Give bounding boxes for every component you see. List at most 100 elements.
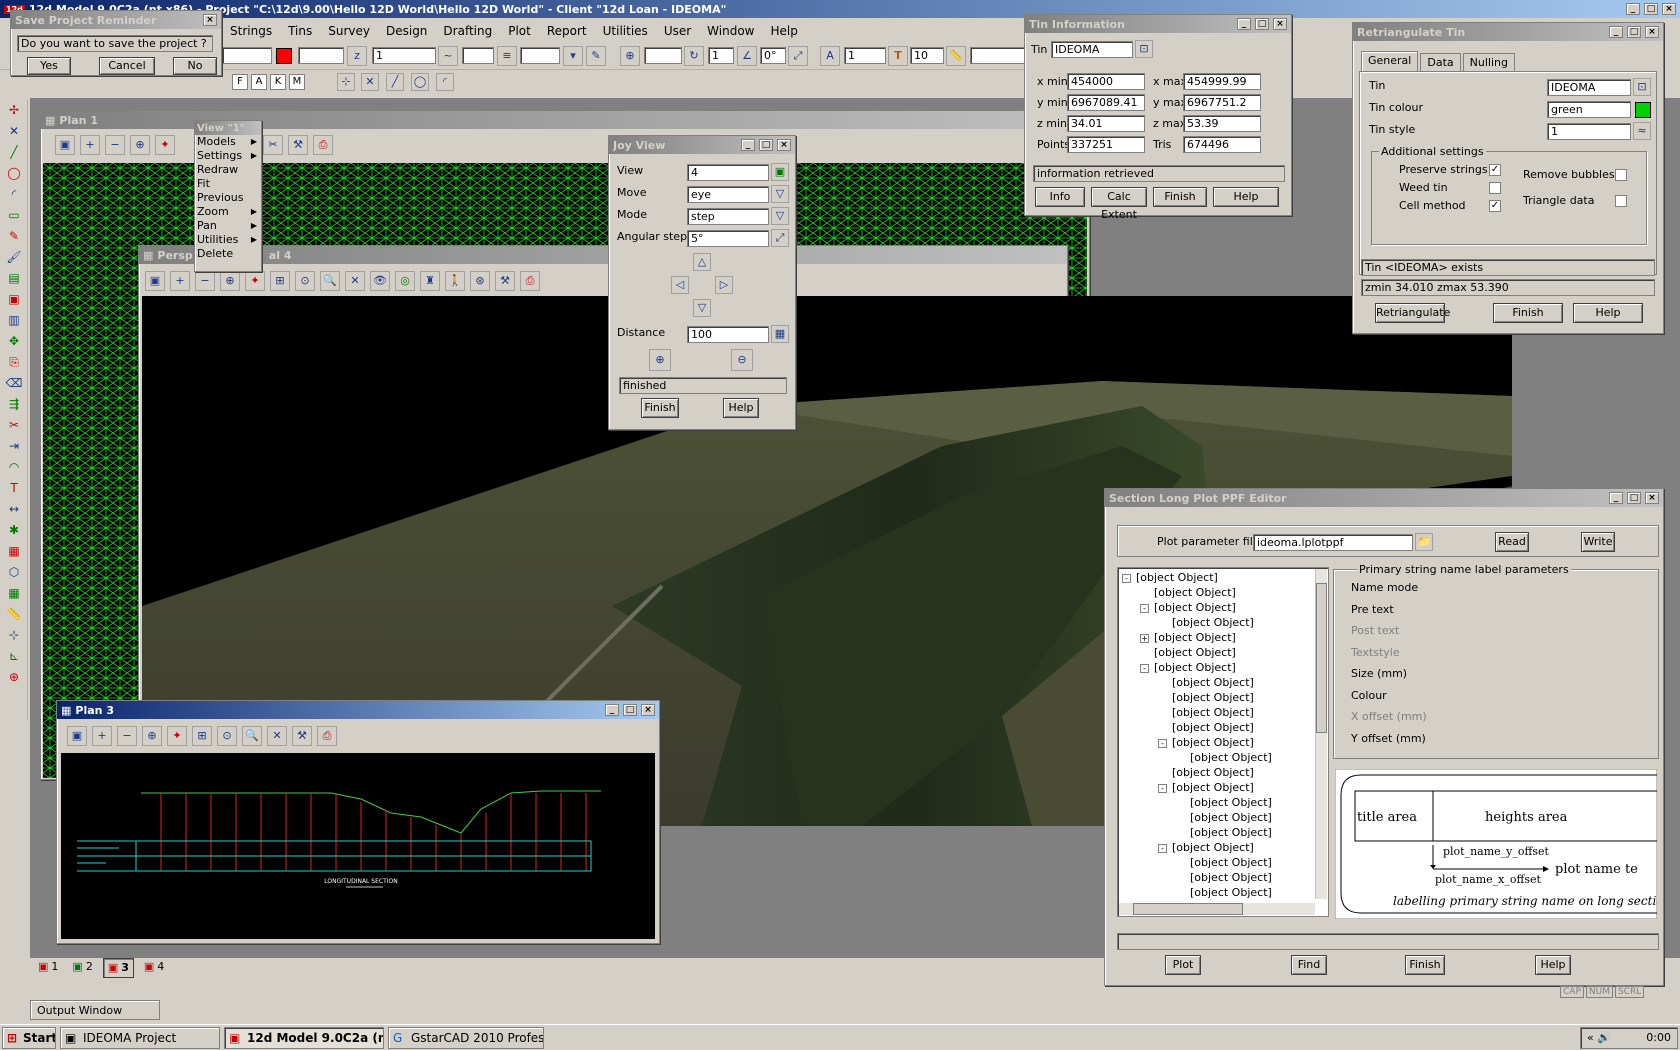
persp-joystick-icon[interactable]: ♜	[420, 271, 440, 291]
plan3-magnify-icon[interactable]: ⊕	[142, 726, 162, 746]
brush-tool-icon[interactable]: 🖌	[2, 247, 26, 268]
cell-method-checkbox[interactable]: ✓	[1489, 200, 1501, 212]
plan1-measure-icon[interactable]: ✂	[263, 135, 283, 155]
menu-survey[interactable]: Survey	[328, 24, 370, 38]
tin-x-min-field[interactable]: 454000	[1067, 73, 1145, 90]
fill-tool-icon[interactable]: ▥	[2, 310, 26, 331]
measure-tool-icon[interactable]: ⊾	[2, 646, 26, 667]
retri-close-button[interactable]: ×	[1645, 26, 1659, 38]
tree-item[interactable]: [object Object]	[1122, 855, 1324, 870]
pen-icon[interactable]: ✎	[586, 46, 606, 66]
joy-maximize-button[interactable]: □	[759, 139, 773, 151]
tin-y-max-field[interactable]: 6967751.2	[1183, 94, 1261, 111]
view-menu-item-pan[interactable]: Pan ▶	[195, 219, 261, 233]
retri-maximize-button[interactable]: □	[1627, 26, 1641, 38]
joy-help-button[interactable]: Help	[723, 398, 759, 418]
linetype-icon[interactable]: ~	[438, 46, 458, 66]
plan1-tool-icon[interactable]: ⚒	[288, 135, 308, 155]
tree-item[interactable]: - [object Object]	[1122, 660, 1324, 675]
text-icon[interactable]: T	[888, 46, 908, 66]
persp-walk-icon[interactable]: 🚶	[445, 271, 465, 291]
collapse-icon[interactable]: -	[1122, 573, 1131, 583]
ppf-read-button[interactable]: Read	[1495, 532, 1529, 552]
tree-item[interactable]: - [object Object]	[1122, 840, 1324, 855]
angle-field[interactable]: 0°	[760, 47, 786, 64]
view-menu-item-models[interactable]: Models ▶	[195, 135, 261, 149]
dropdown-icon[interactable]: ▾	[563, 46, 583, 66]
letter-button-a[interactable]: A	[251, 74, 267, 90]
menu-user[interactable]: User	[664, 24, 691, 38]
rotate-field[interactable]: 1	[708, 47, 734, 64]
cancel-button[interactable]: Cancel	[99, 57, 155, 75]
ppf-maximize-button[interactable]: □	[1627, 492, 1641, 504]
retri-style-icon[interactable]: ≈	[1633, 122, 1651, 140]
retri-help-button[interactable]: Help	[1573, 303, 1643, 323]
persp-find-icon[interactable]: 🔍	[320, 271, 340, 291]
snap-intersect-icon[interactable]: ✕	[361, 73, 379, 91]
ppf-write-button[interactable]: Write	[1581, 532, 1615, 552]
colour-swatch[interactable]	[276, 48, 292, 64]
trim-tool-icon[interactable]: ✂	[2, 415, 26, 436]
tree-item[interactable]: [object Object]	[1122, 585, 1324, 600]
text-tool-icon[interactable]: T	[2, 478, 26, 499]
collapse-icon[interactable]: -	[1158, 738, 1167, 748]
collapse-icon[interactable]: -	[1158, 783, 1167, 793]
tin-y-min-field[interactable]: 6967089.41	[1067, 94, 1145, 111]
tree-item[interactable]: [object Object]	[1122, 750, 1324, 765]
remove-bubbles-checkbox[interactable]	[1615, 169, 1627, 181]
persp-cross-icon[interactable]: ✕	[345, 271, 365, 291]
plan1-pick-icon[interactable]: ✦	[155, 135, 175, 155]
tree-item[interactable]: - [object Object]	[1122, 600, 1324, 615]
snap-point-icon[interactable]: ⊹	[337, 73, 355, 91]
plan3-zoom-window-icon[interactable]: ⊞	[192, 726, 212, 746]
erase-tool-icon[interactable]: ⌫	[2, 373, 26, 394]
style-field[interactable]	[462, 47, 494, 64]
arc-tool-icon[interactable]: ◜	[2, 184, 26, 205]
tree-item[interactable]: [object Object]	[1122, 615, 1324, 630]
zoom-in-icon[interactable]: ⊕	[649, 349, 671, 371]
view-menu-item-fit[interactable]: Fit	[195, 177, 261, 191]
joy-mode-field[interactable]: step	[687, 208, 769, 225]
triangle-data-checkbox[interactable]	[1615, 195, 1627, 207]
ppf-close-button[interactable]: ×	[1645, 492, 1659, 504]
retri-colour-swatch[interactable]	[1635, 102, 1651, 118]
arrow-right-icon[interactable]: ▷	[715, 276, 733, 294]
retri-tab-data[interactable]: Data	[1420, 53, 1461, 71]
tree-item[interactable]: [object Object]	[1122, 795, 1324, 810]
tree-item[interactable]: [object Object]	[1122, 870, 1324, 885]
plan3-zoom-in-icon[interactable]: +	[92, 726, 112, 746]
persp-eye-icon[interactable]: 👁	[370, 271, 390, 291]
start-button[interactable]: ⊞ Start	[2, 1027, 56, 1049]
angular-pick-icon[interactable]: ⤢	[771, 229, 789, 247]
menu-drafting[interactable]: Drafting	[443, 24, 492, 38]
tree-item[interactable]: [object Object]	[1122, 720, 1324, 735]
retri-retriangulate-button[interactable]: Retriangulate	[1375, 303, 1450, 323]
persp-zoom-in-icon[interactable]: +	[170, 271, 190, 291]
tin-x-max-field[interactable]: 454999.99	[1183, 73, 1261, 90]
lineweight-icon[interactable]: ≡	[497, 46, 517, 66]
snap-line-icon[interactable]: ╱	[386, 73, 404, 91]
no-button[interactable]: No	[173, 57, 217, 75]
minimize-button[interactable]: _	[1626, 3, 1640, 15]
joy-close-button[interactable]: ×	[777, 139, 791, 151]
tin-info-maximize-button[interactable]: □	[1255, 18, 1269, 30]
poly-tool-icon[interactable]: ⬡	[2, 562, 26, 583]
letter-button-k[interactable]: K	[270, 74, 286, 90]
window-tab-1[interactable]: ▣ 1	[34, 958, 62, 978]
persp-globe-icon[interactable]: ◎	[395, 271, 415, 291]
plan3-maximize-button[interactable]: □	[623, 704, 637, 716]
retri-tin-field[interactable]: IDEOMA	[1547, 79, 1631, 96]
tree-item[interactable]: [object Object]	[1122, 645, 1324, 660]
symbol-field[interactable]	[644, 47, 682, 64]
zoom-tool-icon[interactable]: ⊕	[2, 667, 26, 688]
letter-button-m[interactable]: M	[289, 74, 305, 90]
collapse-icon[interactable]: -	[1140, 603, 1149, 613]
window-tab-3[interactable]: ▣ 3	[102, 958, 134, 978]
folder-icon[interactable]: 📁	[1415, 533, 1433, 551]
view-menu-item-utilities[interactable]: Utilities ▶	[195, 233, 261, 247]
tin-z-min-field[interactable]: 34.01	[1067, 115, 1145, 132]
pen-tool-icon[interactable]: ✎	[2, 226, 26, 247]
rotate-icon[interactable]: ↻	[684, 46, 704, 66]
maximize-button[interactable]: □	[1644, 3, 1658, 15]
tin-finish-button[interactable]: Finish	[1153, 187, 1207, 207]
